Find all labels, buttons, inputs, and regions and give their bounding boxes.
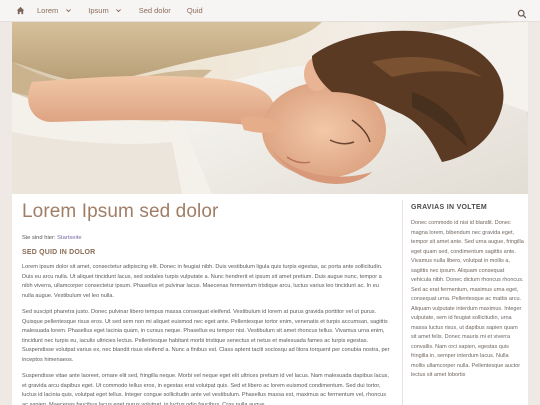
breadcrumb-link-home[interactable]: Startseite [57, 235, 82, 241]
page-content: Lorem Ipsum sed dolor Sie sind hier: Sta… [12, 22, 528, 405]
nav-item-label: Sed dolor [138, 6, 171, 15]
search-icon [517, 9, 527, 19]
page-title: Lorem Ipsum sed dolor [22, 201, 219, 222]
hero-image [12, 22, 528, 194]
home-icon [16, 6, 24, 15]
nav-item-sed-dolor[interactable]: Sed dolor [139, 0, 171, 22]
body-paragraph: Suspendisse vitae ante laoreet, ornare e… [22, 373, 389, 405]
nav-item-lorem[interactable]: Lorem [37, 0, 72, 22]
chevron-down-icon [115, 7, 123, 15]
nav-item-label: Quid [186, 6, 203, 15]
home-button[interactable] [9, 0, 31, 22]
sidebar: GRAVIAS IN VOLTEM Donec commodo id nisi … [402, 200, 524, 405]
nav-item-ipsum[interactable]: Ipsum [88, 0, 122, 22]
section-heading: SED QUID IN DOLOR [22, 249, 96, 256]
search-button[interactable] [517, 6, 527, 19]
body-paragraph: Sed suscipit pharetra justo. Donec pulvi… [22, 309, 390, 363]
sidebar-text: Donec commodo id nisi id blandit. Donec … [411, 220, 524, 378]
body-paragraph: Lorem ipsum dolor sit amet, consectetur … [22, 264, 383, 299]
chevron-down-icon [64, 7, 72, 15]
breadcrumb-prefix: Sie sind hier: [22, 235, 58, 241]
nav-item-quid[interactable]: Quid [187, 0, 203, 22]
top-navigation-bar: Lorem Ipsum Sed dolor Quid [0, 0, 540, 22]
breadcrumb: Sie sind hier: Startseite [22, 235, 392, 241]
sidebar-title: GRAVIAS IN VOLTEM [411, 204, 488, 211]
main-content: Lorem Ipsum sed dolor Sie sind hier: Sta… [22, 201, 392, 405]
nav-item-label: Lorem [37, 6, 59, 15]
nav-item-label: Ipsum [88, 6, 109, 15]
